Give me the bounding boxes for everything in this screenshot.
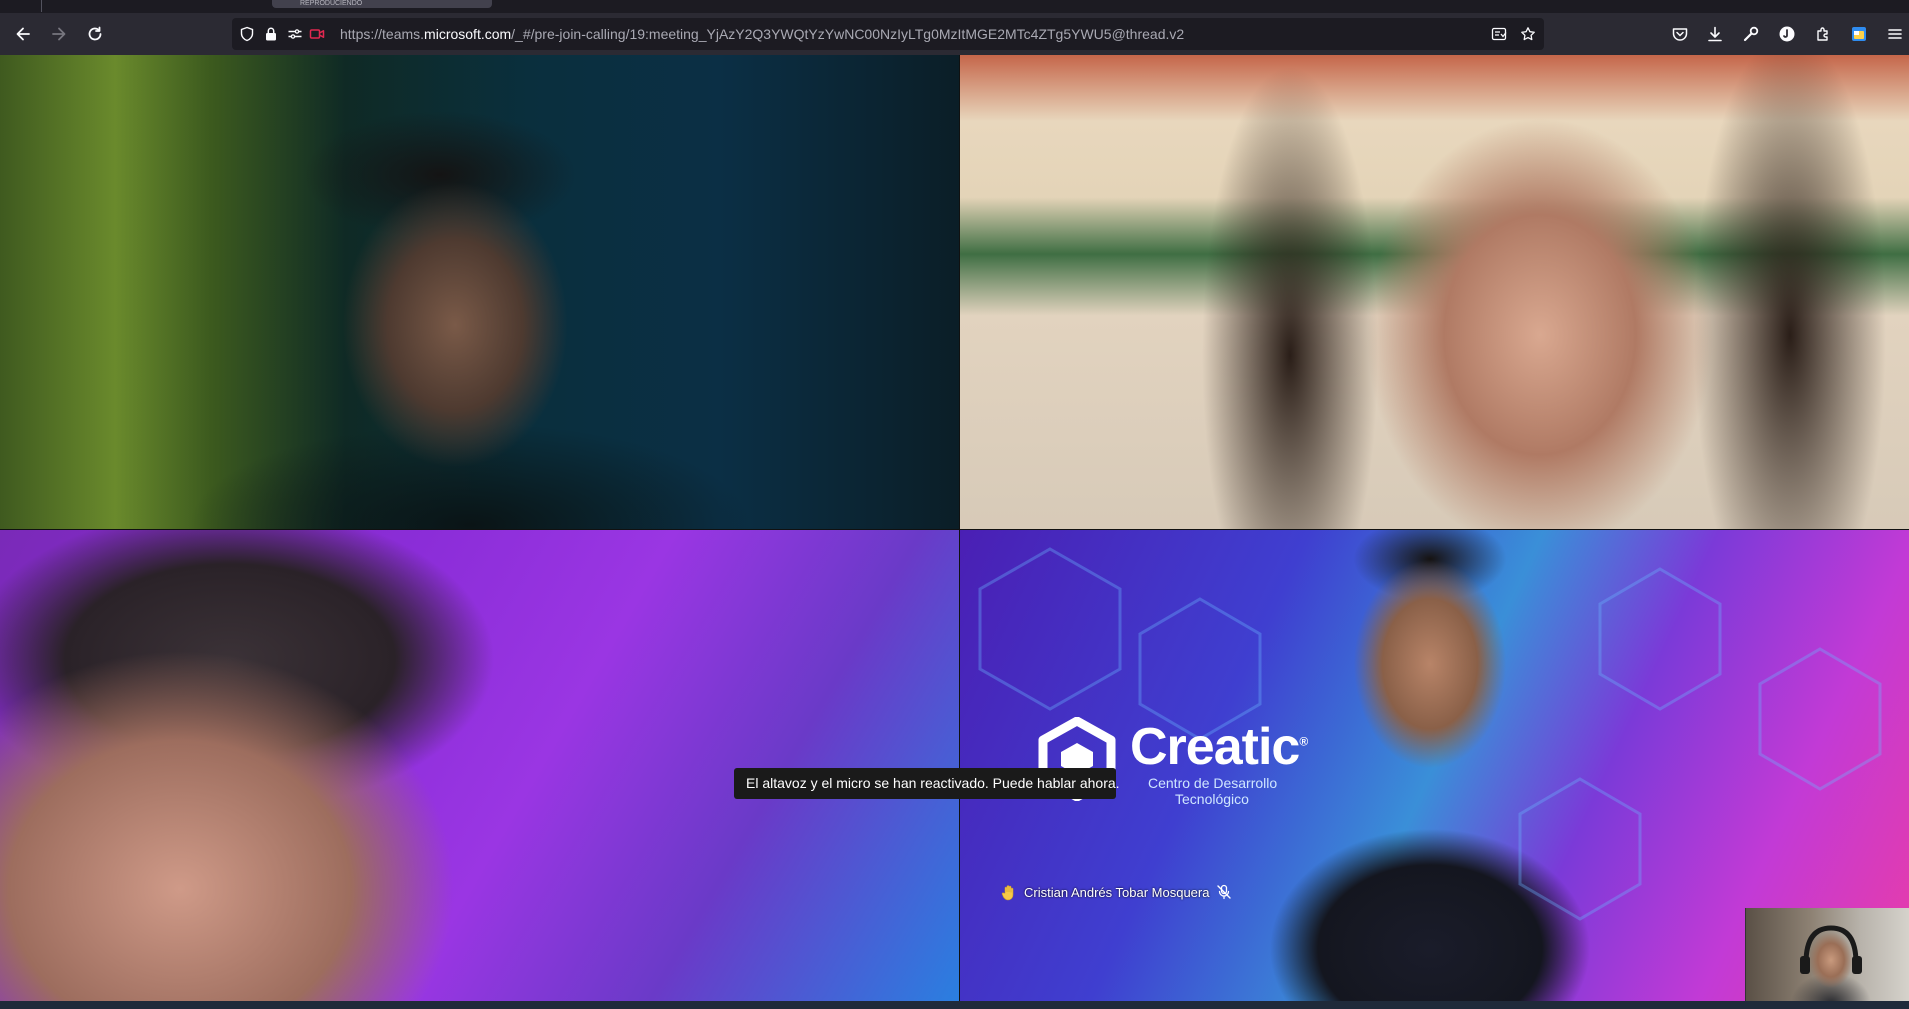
participant-video-tile-1[interactable] [0, 55, 959, 529]
tile-divider-horizontal [0, 529, 1909, 530]
participant-video-tile-3[interactable] [0, 529, 959, 1001]
profile-button[interactable] [1776, 23, 1798, 45]
self-view-video[interactable] [1745, 908, 1909, 1001]
participant-video-tile-2[interactable] [960, 55, 1909, 529]
menu-icon [1888, 29, 1902, 39]
forward-arrow-icon [52, 27, 66, 41]
url-prefix: https://teams. [340, 26, 425, 42]
app-menu-button[interactable] [1884, 23, 1906, 45]
logo-wordmark: Creatic® [1130, 717, 1308, 777]
bottom-edge-bar [0, 1001, 1909, 1009]
back-button[interactable] [9, 20, 37, 48]
participant-name-tag: Cristian Andrés Tobar Mosquera [1000, 880, 1233, 904]
downloads-icon [1708, 26, 1722, 42]
camera-blocked-icon[interactable] [308, 25, 326, 43]
forward-button[interactable] [45, 20, 73, 48]
pocket-icon [1672, 28, 1688, 41]
url-text: https://teams.microsoft.com/_#/pre-join-… [340, 26, 1184, 42]
pocket-button[interactable] [1669, 23, 1691, 45]
audio-reactivated-toast: El altavoz y el micro se han reactivado.… [734, 768, 1120, 799]
logo-word-text: Creatic [1130, 718, 1300, 776]
navigation-bar: https://teams.microsoft.com/_#/pre-join-… [0, 13, 1909, 55]
tracking-protection-shield-icon[interactable] [238, 25, 256, 43]
calendar-extension-button[interactable] [1848, 23, 1870, 45]
permissions-icon[interactable] [286, 25, 304, 43]
tab-strip: REPRODUCIENDO [0, 0, 1909, 13]
tab-active[interactable]: REPRODUCIENDO [272, 0, 492, 8]
tab-separator [41, 0, 42, 12]
back-arrow-icon [16, 27, 30, 41]
reload-icon [88, 26, 102, 41]
extensions-button[interactable] [1812, 23, 1834, 45]
url-domain: microsoft.com [424, 26, 512, 42]
mic-muted-icon [1215, 883, 1233, 901]
profile-icon [1779, 26, 1795, 42]
logo-subtitle-line1: Centro de Desarrollo [1148, 775, 1278, 791]
tile-divider-vertical [959, 55, 960, 1001]
devtools-button[interactable] [1740, 23, 1762, 45]
lock-icon[interactable] [262, 25, 280, 43]
extensions-icon [1817, 27, 1828, 41]
downloads-button[interactable] [1704, 23, 1726, 45]
participant-name: Cristian Andrés Tobar Mosquera [1024, 884, 1210, 900]
wrench-icon [1743, 26, 1759, 42]
logo-subtitle-line2: Tecnológico [1175, 791, 1249, 807]
bookmark-star-icon[interactable] [1519, 25, 1537, 43]
url-bar[interactable]: https://teams.microsoft.com/_#/pre-join-… [232, 18, 1544, 50]
calendar-extension-icon [1852, 27, 1866, 41]
logo-registered-mark: ® [1299, 734, 1308, 749]
headphones-shape [1800, 925, 1862, 974]
reload-button[interactable] [81, 20, 109, 48]
raised-hand-icon [1000, 883, 1018, 901]
url-path: /_#/pre-join-calling/19:meeting_YjAzY2Q3… [511, 26, 1185, 42]
reader-view-icon[interactable] [1490, 25, 1508, 43]
